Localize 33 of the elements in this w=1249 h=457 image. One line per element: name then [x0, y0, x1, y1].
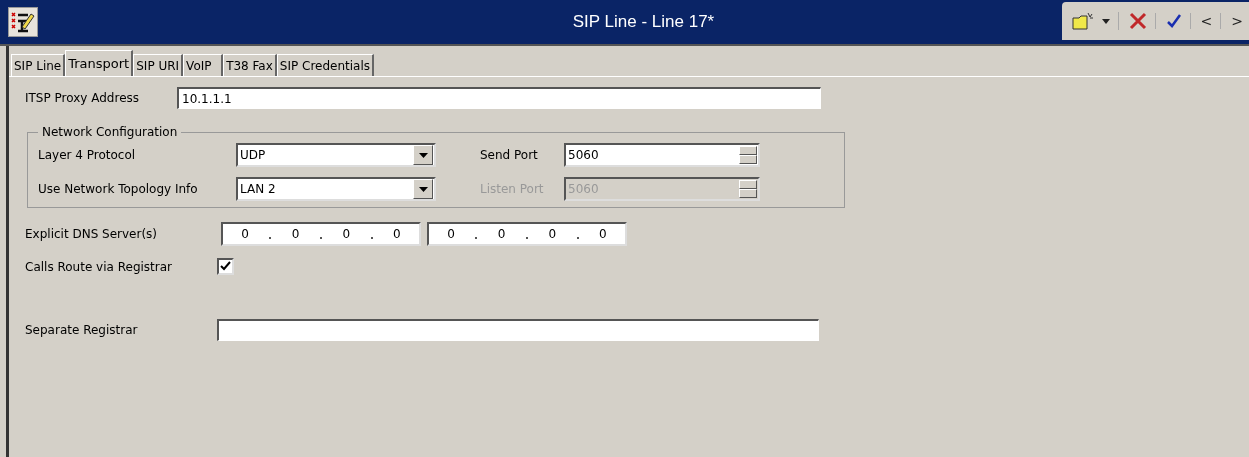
field-label: Listen Port [480, 182, 545, 196]
tab[interactable]: Transport [65, 50, 134, 76]
group-title: Network Configuration [41, 125, 179, 139]
field-label: Layer 4 Protocol [38, 148, 137, 162]
field-label: Separate Registrar [25, 323, 139, 337]
ip-address-field[interactable]: 0 0 0 0 [221, 222, 421, 246]
tab[interactable]: VoIP [183, 54, 224, 76]
field-label: Use Network Topology Info [38, 182, 199, 196]
tab[interactable]: SIP Line [11, 54, 66, 76]
tab[interactable]: SIP URI [133, 54, 184, 76]
caret-icon[interactable] [1101, 18, 1110, 24]
window-title: SIP Line - Line 17* [572, 12, 715, 32]
field-label: Calls Route via Registrar [25, 259, 174, 274]
checkbox[interactable] [217, 258, 234, 275]
folder-icon[interactable] [1071, 12, 1094, 30]
nav-button[interactable]: < [1189, 13, 1213, 29]
app-icon [8, 7, 38, 37]
tab[interactable]: T38 Fax [223, 54, 277, 76]
text-field[interactable]: 10.1.1.1 [177, 87, 821, 109]
ip-address-field[interactable]: 0 0 0 0 [427, 222, 627, 246]
caret-icon [418, 152, 428, 158]
checkmark-icon[interactable] [1154, 13, 1182, 29]
field-label: ITSP Proxy Address [25, 91, 140, 105]
text-field[interactable] [217, 319, 819, 341]
caret-icon [418, 186, 428, 192]
spin-field[interactable]: 5060 [564, 143, 760, 167]
close-icon[interactable] [1117, 12, 1147, 30]
nav-button[interactable]: > [1220, 13, 1243, 29]
tab[interactable]: SIP Credentials [276, 54, 375, 76]
field-label: Send Port [480, 148, 539, 162]
dropdown[interactable]: LAN 2 [236, 177, 436, 201]
dropdown[interactable]: UDP [236, 143, 436, 167]
field-label: Explicit DNS Server(s) [25, 227, 159, 241]
